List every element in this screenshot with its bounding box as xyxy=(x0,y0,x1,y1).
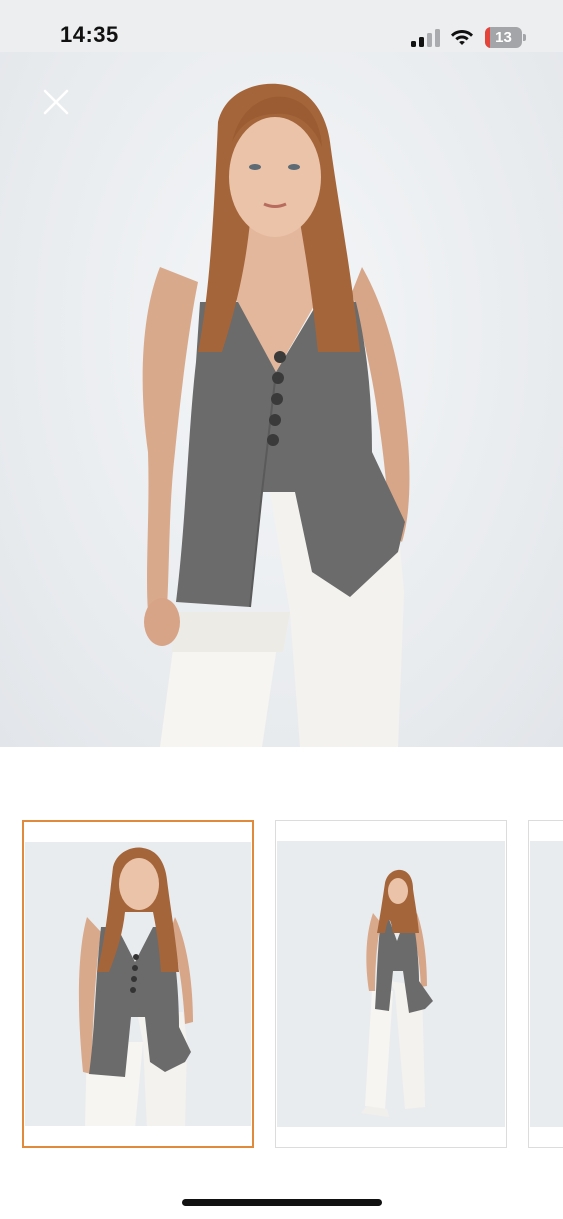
thumbnail-1-selected[interactable] xyxy=(22,820,254,1148)
thumbnail-3[interactable] xyxy=(528,820,563,1148)
thumbnail-image xyxy=(530,841,563,1127)
main-product-illustration xyxy=(142,83,410,747)
thumbnail-image xyxy=(25,842,251,1126)
face xyxy=(229,117,321,237)
vest-button xyxy=(274,351,286,363)
status-bar: 14:35 13 xyxy=(0,0,563,52)
product-image-viewer: 14:35 13 xyxy=(0,0,563,1219)
vest-button xyxy=(267,434,279,446)
thumbnail-2[interactable] xyxy=(275,820,507,1148)
battery-cap xyxy=(523,34,526,41)
vest-button xyxy=(272,372,284,384)
vest-button xyxy=(271,393,283,405)
cellular-signal-icon xyxy=(411,29,440,47)
thumbnail-image xyxy=(277,841,505,1127)
close-icon[interactable] xyxy=(40,86,72,118)
battery-level: 13 xyxy=(495,29,512,46)
vest-button xyxy=(269,414,281,426)
main-product-image[interactable] xyxy=(0,52,563,747)
battery-body: 13 xyxy=(485,27,522,48)
status-time: 14:35 xyxy=(60,22,119,47)
battery-icon: 13 xyxy=(485,27,527,48)
wifi-icon xyxy=(451,30,473,45)
home-indicator[interactable] xyxy=(182,1199,382,1206)
